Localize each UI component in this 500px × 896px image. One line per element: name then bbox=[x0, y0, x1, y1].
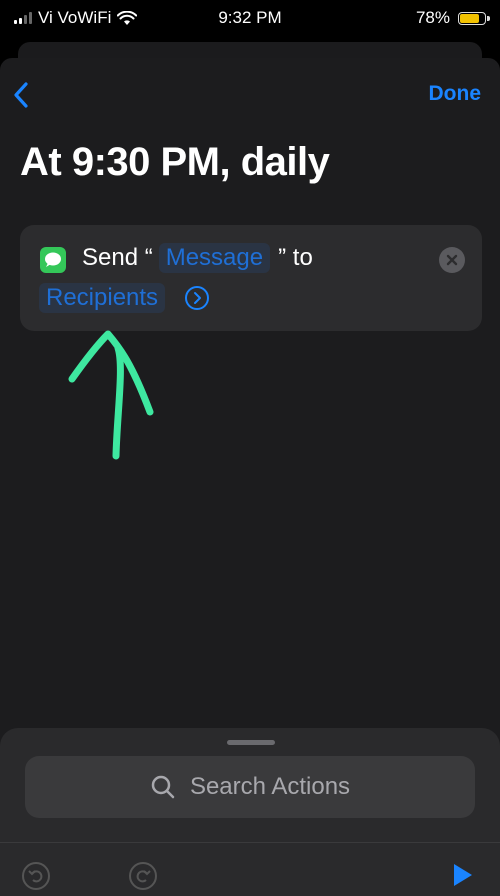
send-message-action[interactable]: Send “ Message ” to Recipients bbox=[20, 225, 482, 331]
redo-icon[interactable] bbox=[129, 862, 157, 890]
to-label: ” to bbox=[278, 244, 313, 271]
battery-group: 78% bbox=[415, 8, 490, 28]
battery-icon bbox=[458, 11, 490, 25]
send-label: Send “ bbox=[82, 244, 153, 271]
recipients-line: Recipients bbox=[39, 283, 210, 313]
action-text-line: Send “ Message ” to bbox=[82, 243, 313, 273]
search-actions-field[interactable]: Search Actions bbox=[25, 756, 475, 818]
messages-app-icon bbox=[40, 247, 66, 273]
recipients-token[interactable]: Recipients bbox=[39, 283, 166, 313]
toolbar-divider bbox=[0, 842, 500, 843]
chevron-left-icon[interactable] bbox=[10, 80, 34, 110]
search-placeholder: Search Actions bbox=[189, 773, 351, 800]
sheet-grabber[interactable] bbox=[227, 740, 275, 745]
hand-drawn-arrow-annotation bbox=[68, 330, 154, 460]
chevron-right-circle-icon[interactable] bbox=[185, 286, 210, 310]
page-title: At 9:30 PM, daily bbox=[20, 140, 330, 184]
message-token[interactable]: Message bbox=[158, 243, 271, 273]
magnifying-glass-icon bbox=[151, 775, 175, 799]
battery-level bbox=[460, 13, 479, 23]
close-circle-icon[interactable] bbox=[439, 247, 465, 273]
actions-bottom-sheet: Search Actions bbox=[0, 728, 500, 896]
undo-icon[interactable] bbox=[22, 862, 50, 890]
battery-percentage: 78% bbox=[415, 8, 450, 27]
status-bar: Vi VoWiFi 9:32 PM 78% bbox=[0, 0, 500, 36]
done-button[interactable]: Done bbox=[429, 82, 482, 106]
play-icon[interactable] bbox=[452, 862, 474, 888]
